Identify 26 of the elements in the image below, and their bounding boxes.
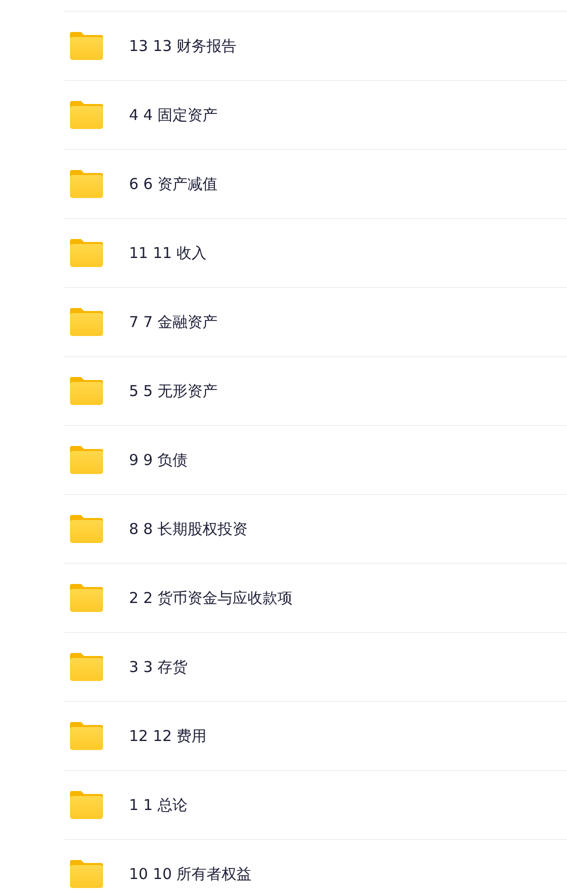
folder-icon [70,584,103,612]
folder-name[interactable]: 7 7 金融资产 [129,312,218,332]
folder-name[interactable]: 10 10 所有者权益 [129,864,252,884]
folder-name[interactable]: 3 3 存货 [129,658,188,676]
folder-name[interactable]: 8 8 长期股权投资 [129,520,248,538]
folder-icon [70,308,103,336]
folder-name[interactable]: 11 11 收入 [129,244,207,262]
folder-icon [70,791,103,819]
folder-name[interactable]: 9 9 负债 [129,450,188,470]
folder-icon [70,377,103,405]
folder-name[interactable]: 5 5 无形资产 [129,382,218,400]
folder-icon [70,860,103,888]
folder-name[interactable]: 12 12 费用 [129,726,207,746]
folder-icon [70,446,103,474]
folder-name[interactable]: 2 2 货币资金与应收款项 [129,588,293,608]
folder-icon [70,101,103,129]
folder-name[interactable]: 6 6 资产减值 [129,174,218,194]
folder-name[interactable]: 1 1 总论 [129,796,188,814]
folder-name[interactable]: 4 4 固定资产 [129,106,218,124]
folder-icon [70,653,103,681]
folder-icon [70,515,103,543]
folder-icon [70,170,103,198]
folder-icon [70,239,103,267]
folder-icon [70,32,103,60]
folder-name[interactable]: 13 13 财务报告 [129,36,237,56]
folder-icon [70,722,103,750]
